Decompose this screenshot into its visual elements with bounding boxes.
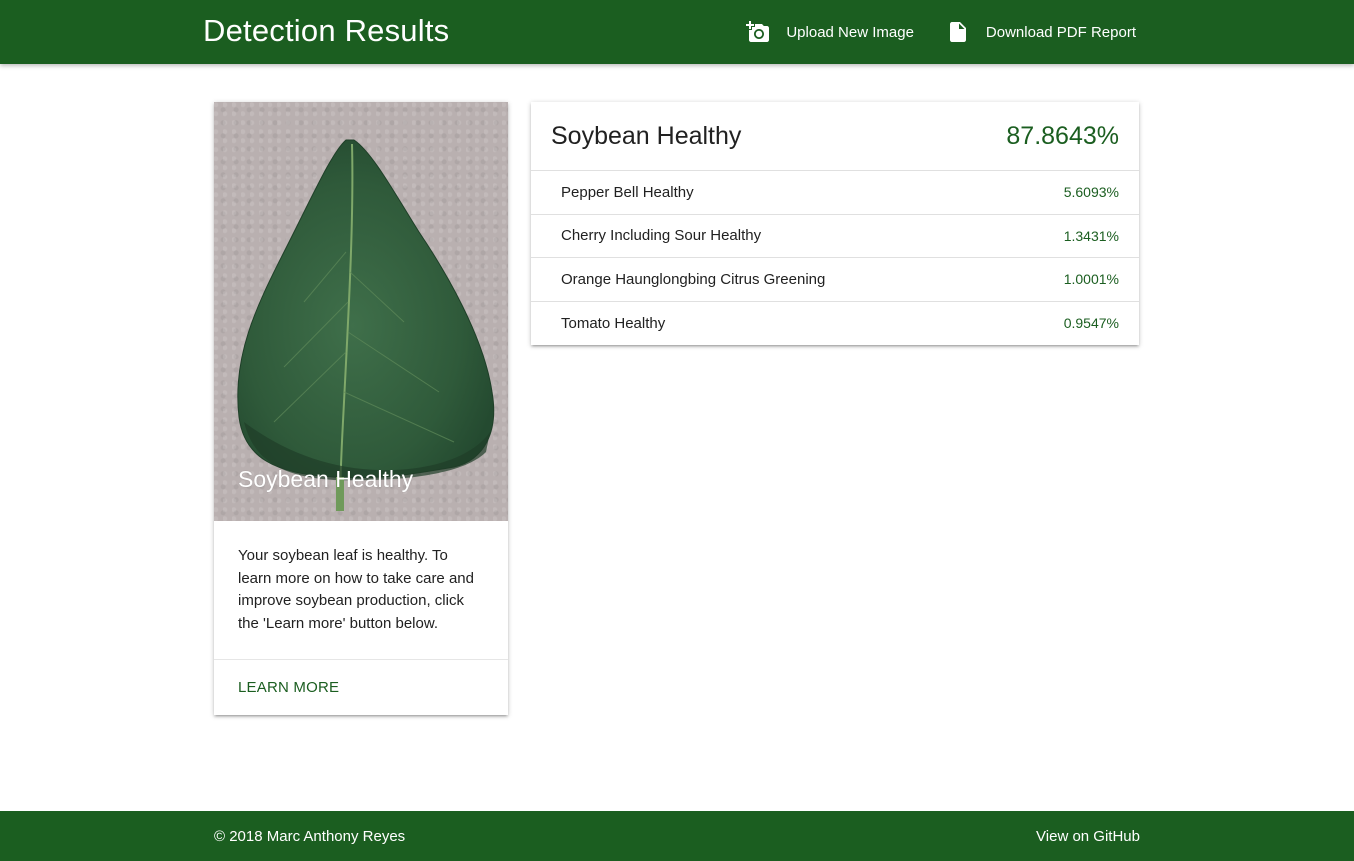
image-caption: Soybean Healthy <box>238 466 414 492</box>
download-pdf-report-label: Download PDF Report <box>985 23 1136 41</box>
result-label: Tomato Healthy <box>561 314 666 332</box>
result-row: Pepper Bell Healthy 5.6093% <box>531 171 1139 215</box>
upload-new-image-label: Upload New Image <box>786 23 914 41</box>
soybean-leaf-image <box>237 139 495 511</box>
result-label: Orange Haunglongbing Citrus Greening <box>561 270 826 288</box>
card-content: Your soybean leaf is healthy. To learn m… <box>214 521 508 660</box>
result-description: Your soybean leaf is healthy. To learn m… <box>238 547 474 632</box>
learn-more-button[interactable]: LEARN MORE <box>238 679 339 696</box>
top-result: Soybean Healthy 87.8643% <box>531 102 1139 171</box>
result-row: Orange Haunglongbing Citrus Greening 1.0… <box>531 258 1139 302</box>
document-icon <box>946 20 970 44</box>
top-navbar: Detection Results Upload New Image Downl… <box>0 0 1354 64</box>
top-result-value: 87.8643% <box>1006 121 1119 150</box>
leaf-image-card: Soybean Healthy Your soybean leaf is hea… <box>214 102 508 715</box>
download-pdf-report-button[interactable]: Download PDF Report <box>946 20 1136 44</box>
page-footer: © 2018 Marc Anthony Reyes View on GitHub <box>0 811 1354 861</box>
result-label: Cherry Including Sour Healthy <box>561 227 762 245</box>
navbar-actions: Upload New Image Download PDF Report <box>746 0 1136 64</box>
add-a-photo-icon <box>746 20 770 44</box>
copyright-text: © 2018 Marc Anthony Reyes <box>214 828 406 845</box>
result-label: Pepper Bell Healthy <box>561 183 694 201</box>
result-row: Cherry Including Sour Healthy 1.3431% <box>531 215 1139 258</box>
result-row: Tomato Healthy 0.9547% <box>531 302 1139 346</box>
page-title: Detection Results <box>203 13 450 48</box>
upload-new-image-button[interactable]: Upload New Image <box>746 20 914 44</box>
result-value: 1.3431% <box>1063 227 1119 244</box>
leaf-photo: Soybean Healthy <box>214 102 508 521</box>
result-value: 5.6093% <box>1063 184 1119 201</box>
result-value: 0.9547% <box>1063 315 1119 332</box>
card-action: LEARN MORE <box>214 660 508 715</box>
results-card: Soybean Healthy 87.8643% Pepper Bell Hea… <box>531 102 1139 345</box>
top-result-label: Soybean Healthy <box>551 121 742 150</box>
github-link[interactable]: View on GitHub <box>1036 828 1140 845</box>
result-value: 1.0001% <box>1063 271 1119 288</box>
